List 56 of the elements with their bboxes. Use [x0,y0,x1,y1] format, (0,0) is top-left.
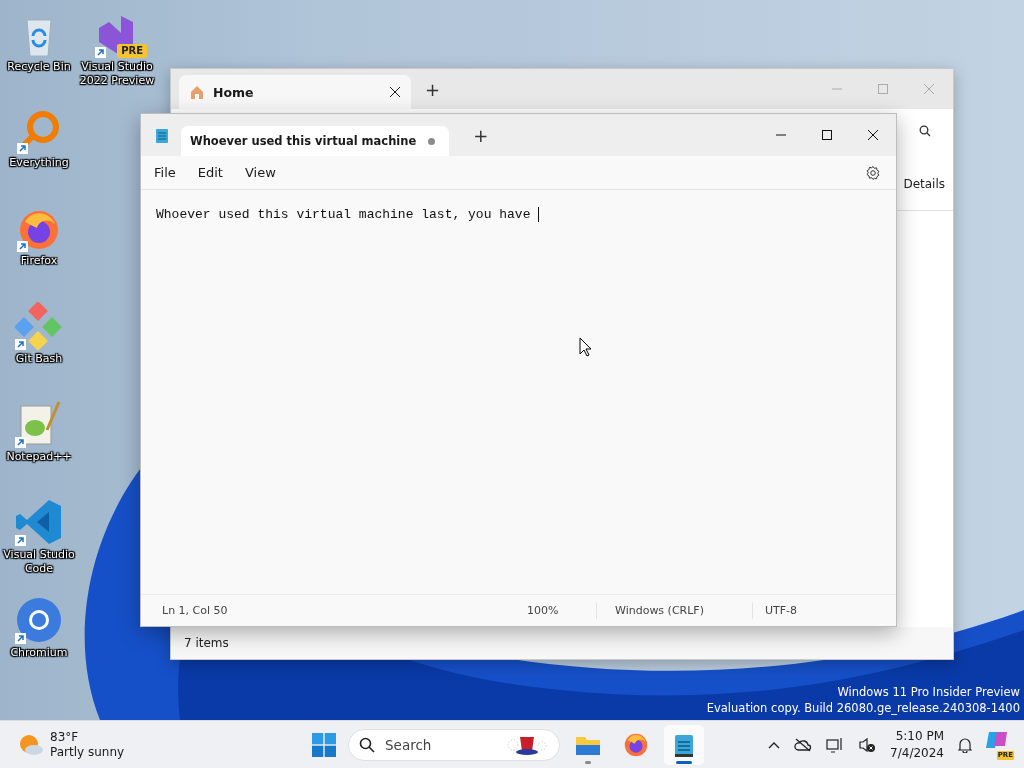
watermark-text: Evaluation copy. Build 26080.ge_release.240308-1400 [706,700,1020,716]
document-tab[interactable]: Whoever used this virtual machine [181,126,450,156]
diamond-tiles-icon [15,302,63,350]
desktop-icon-label: Git Bash [14,352,64,366]
notepad-icon [155,126,169,144]
home-icon [189,84,205,100]
cursor-position: Ln 1, Col 50 [161,604,229,617]
chevron-up-icon[interactable] [768,740,781,749]
code-editor-icon [15,498,63,546]
clock-time[interactable]: 5:10 PM [895,727,944,745]
search-icon[interactable] [919,125,931,137]
close-icon[interactable] [867,129,879,141]
desktop-icon-label: Notepad++ [5,450,73,464]
new-tab-button[interactable]: + [425,78,441,100]
document-text: Whoever used this virtual machine last, you have [156,207,532,222]
desktop-icon-label: Everything [8,156,70,170]
new-tab-button[interactable]: + [473,124,489,146]
zoom-level[interactable]: 100% [511,604,596,617]
network-monitor-icon[interactable] [826,736,845,753]
weather-condition[interactable]: Partly sunny [50,744,125,760]
desktop-icon-label: Visual Studio 2022 Preview [79,60,155,88]
close-tab-icon[interactable] [389,86,401,98]
menu-item[interactable]: File [154,165,190,180]
watermark-text: Windows 11 Pro Insider Preview [837,684,1020,700]
details-button[interactable]: Details [903,177,945,191]
search-icon [359,736,375,753]
preview-badge: PRE [117,44,147,58]
copilot-icon [986,729,1008,750]
settings-icon[interactable] [865,164,881,181]
text-editor[interactable]: Whoever used this virtual machine last, you have [141,190,896,594]
notification-bell-icon[interactable] [958,736,972,753]
start-button[interactable] [312,732,336,757]
desktop-icon-label: Recycle Bin [6,60,72,74]
browser-tab[interactable]: Home [179,75,411,109]
encoding[interactable]: UTF-8 [753,604,873,617]
firefox-icon [623,731,649,758]
taskbar-app-button[interactable] [664,724,704,765]
clock-date[interactable]: 7/4/2024 [890,744,944,762]
firefox-icon [17,208,61,252]
chromium-icon [15,596,63,644]
item-count: 7 items [184,636,229,650]
search-input[interactable]: Search [383,735,497,754]
speaker-muted-icon[interactable] [858,736,877,753]
text-cursor [538,207,540,222]
desktop-icon-label: Firefox [19,254,59,268]
search-bar[interactable]: Search [348,728,560,761]
maximize-icon[interactable] [821,129,833,141]
line-ending[interactable]: Windows (CRLF) [597,604,752,617]
desktop-icon-label: Chromium [9,646,69,660]
desktop-shortcut[interactable]: PRE Visual Studio 2022 Preview [78,8,156,88]
mouse-pointer-icon [579,337,592,357]
menu-item[interactable]: Edit [197,165,237,180]
menu-item[interactable]: View [244,165,290,180]
desktop-icon-label: Visual Studio Code [2,548,76,576]
temperature[interactable]: 83°F [50,729,125,745]
cloud-off-icon[interactable] [794,737,813,752]
